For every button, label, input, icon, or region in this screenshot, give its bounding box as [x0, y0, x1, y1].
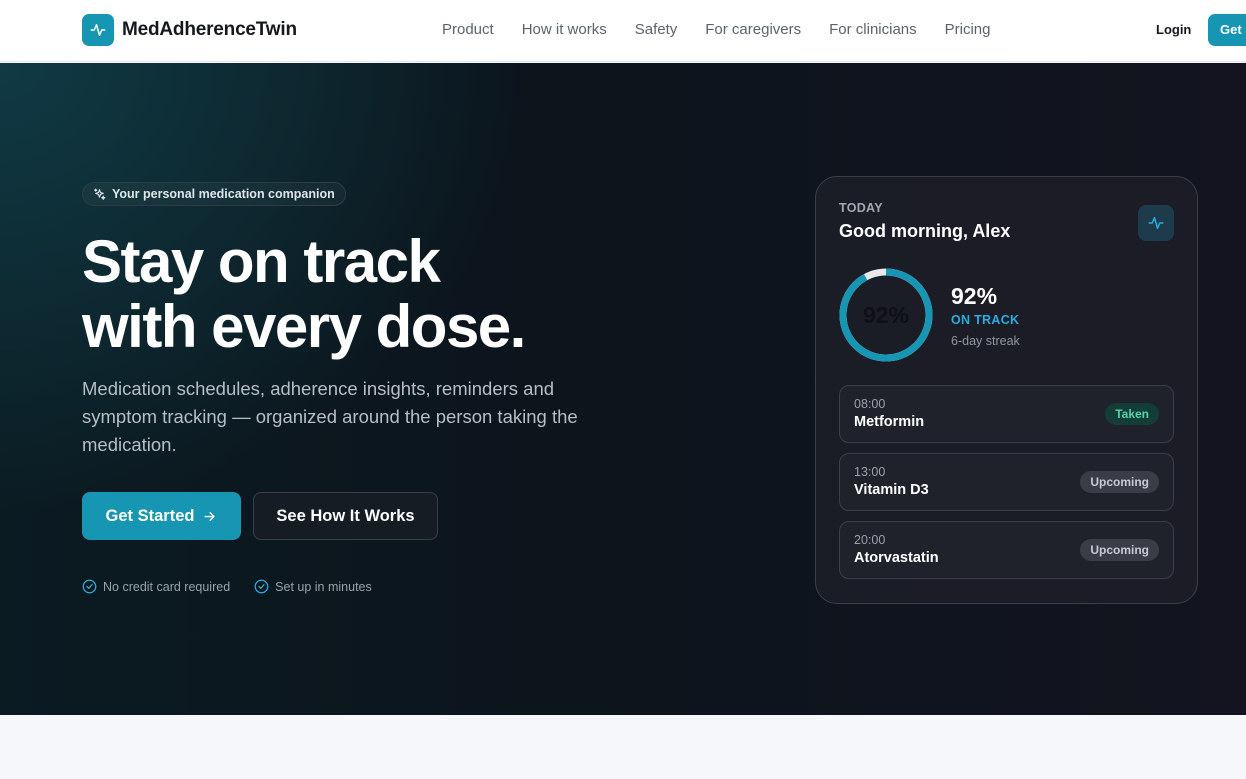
nav-item-how-it-works[interactable]: How it works — [522, 21, 607, 38]
hero-headline: Stay on track with every dose. — [82, 229, 702, 359]
tagline-pill: Your personal medication companion — [82, 182, 346, 206]
card-label: TODAY — [839, 201, 883, 215]
benefit-text: Set up in minutes — [275, 579, 372, 594]
nav-item-product[interactable]: Product — [442, 21, 494, 38]
benefit-item: Set up in minutes — [254, 579, 372, 594]
ring-percent: 92% — [862, 301, 910, 328]
see-how-it-works-button[interactable]: See How It Works — [253, 492, 438, 540]
dose-name: Metformin — [854, 414, 925, 430]
nav-item-clinicians[interactable]: For clinicians — [829, 21, 917, 38]
status-badge: Upcoming — [1080, 539, 1159, 561]
nav-item-caregivers[interactable]: For caregivers — [705, 21, 801, 38]
pulse-icon — [82, 14, 114, 46]
headline-line-2: with every dose. — [82, 293, 526, 360]
dose-time: 13:00 — [854, 465, 886, 479]
next-section — [0, 715, 1246, 779]
header-get-started-button[interactable]: Get Started — [1208, 14, 1246, 46]
status-badge: Taken — [1105, 403, 1159, 425]
benefit-list: No credit card required Set up in minute… — [82, 579, 372, 594]
dose-item[interactable]: 13:00 Vitamin D3 Upcoming — [839, 453, 1174, 511]
dose-item[interactable]: 08:00 Metformin Taken — [839, 385, 1174, 443]
get-started-label: Get Started — [105, 506, 195, 525]
dose-time: 08:00 — [854, 397, 886, 411]
adherence-percent: 92% — [951, 283, 998, 309]
get-started-button[interactable]: Get Started — [82, 492, 241, 540]
dose-name: Atorvastatin — [854, 550, 939, 566]
brand-logo[interactable]: MedAdherenceTwin — [82, 14, 297, 46]
main-nav: Product How it works Safety For caregive… — [442, 21, 991, 38]
benefit-text: No credit card required — [103, 579, 231, 594]
check-circle-icon — [82, 579, 97, 594]
pulse-icon — [1138, 205, 1174, 241]
streak-count: 6-day streak — [951, 334, 1020, 348]
arrow-right-icon — [204, 511, 216, 521]
brand-name: MedAdherenceTwin — [122, 19, 297, 40]
today-preview-card: TODAY Good morning, Alex 92% 92% ON TRAC… — [815, 176, 1198, 604]
hero-section: Your personal medication companion Stay … — [0, 63, 1246, 715]
adherence-status: ON TRACK — [951, 313, 1020, 327]
check-circle-icon — [254, 579, 269, 594]
tagline-text: Your personal medication companion — [112, 187, 335, 201]
nav-item-pricing[interactable]: Pricing — [945, 21, 991, 38]
greeting: Good morning, Alex — [839, 221, 1011, 241]
headline-line-1: Stay on track — [82, 228, 441, 295]
top-nav-bar: MedAdherenceTwin Product How it works Sa… — [0, 0, 1246, 62]
hero-subtitle: Medication schedules, adherence insights… — [82, 378, 578, 455]
sparkles-icon — [94, 188, 106, 200]
status-badge: Upcoming — [1080, 471, 1159, 493]
nav-item-safety[interactable]: Safety — [635, 21, 678, 38]
dose-name: Vitamin D3 — [854, 482, 929, 498]
login-link[interactable]: Login — [1156, 22, 1191, 37]
dose-item[interactable]: 20:00 Atorvastatin Upcoming — [839, 521, 1174, 579]
benefit-item: No credit card required — [82, 579, 230, 594]
dose-time: 20:00 — [854, 533, 886, 547]
